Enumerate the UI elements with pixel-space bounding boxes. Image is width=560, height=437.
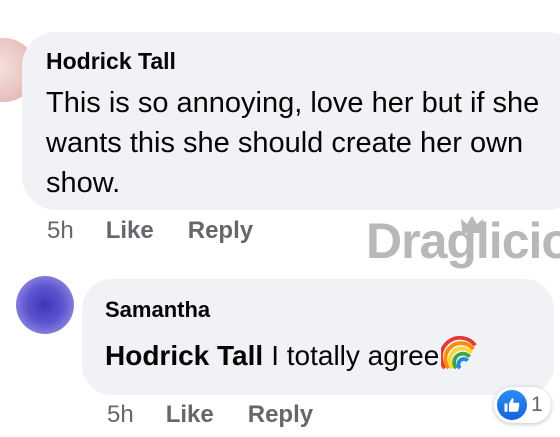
reaction-count: 1 bbox=[531, 393, 543, 416]
thumbs-up-icon bbox=[497, 390, 527, 420]
reply-text: Hodrick Tall I totally agree bbox=[105, 335, 479, 372]
rainbow-emoji-icon bbox=[441, 335, 478, 370]
comment-timestamp[interactable]: 5h bbox=[47, 217, 74, 245]
reply-message: I totally agree bbox=[271, 340, 440, 371]
reply-button[interactable]: Reply bbox=[248, 401, 313, 429]
crown-icon bbox=[461, 216, 483, 233]
comment-author-name[interactable]: Hodrick Tall bbox=[46, 48, 176, 75]
like-button[interactable]: Like bbox=[166, 401, 214, 429]
reply-button[interactable]: Reply bbox=[188, 217, 253, 245]
reply-author-name[interactable]: Samantha bbox=[105, 297, 210, 323]
avatar[interactable] bbox=[16, 276, 74, 334]
reply-actions: 5h Like Reply bbox=[107, 401, 347, 429]
like-button[interactable]: Like bbox=[106, 217, 154, 245]
reaction-badge[interactable]: 1 bbox=[494, 387, 551, 423]
comment-thread: Hodrick Tall This is so annoying, love h… bbox=[0, 0, 560, 437]
comment-actions: 5h Like Reply bbox=[47, 217, 287, 245]
reply-timestamp[interactable]: 5h bbox=[107, 401, 134, 429]
mention-link[interactable]: Hodrick Tall bbox=[105, 340, 263, 372]
comment-text: This is so annoying, love her but if she… bbox=[46, 87, 540, 199]
